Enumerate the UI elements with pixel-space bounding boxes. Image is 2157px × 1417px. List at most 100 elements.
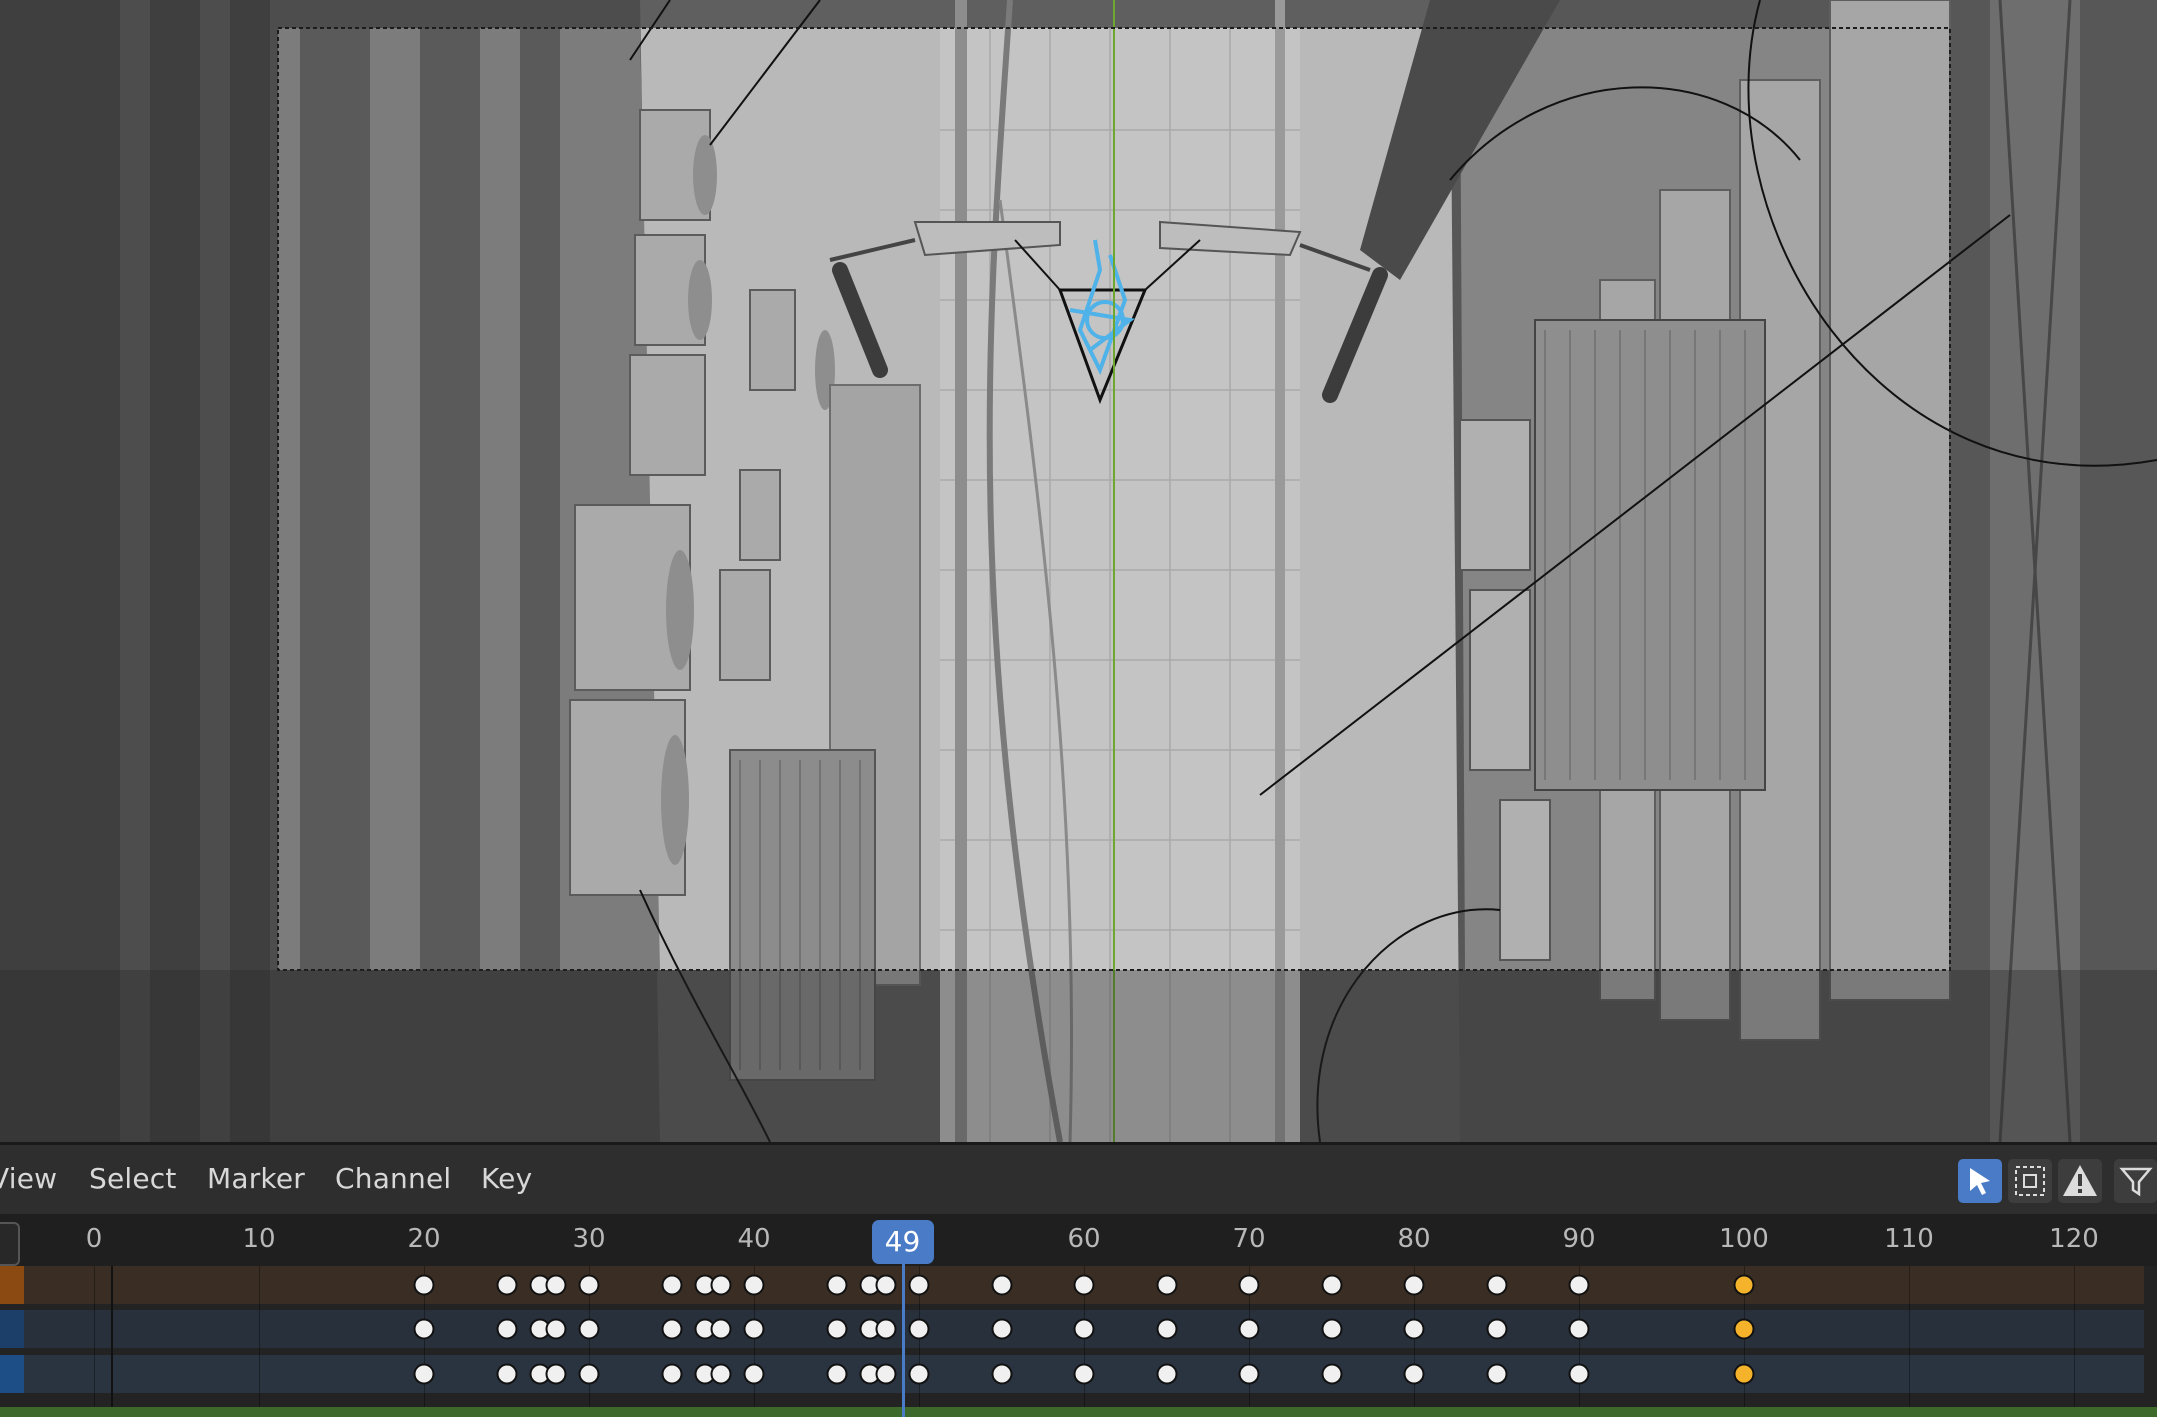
keyframe[interactable]	[743, 1363, 765, 1385]
keyframe[interactable]	[908, 1318, 930, 1340]
warning-icon	[2063, 1165, 2097, 1196]
keyframe[interactable]	[661, 1318, 682, 1340]
keyframe[interactable]	[991, 1274, 1012, 1296]
keyframe[interactable]	[413, 1274, 435, 1296]
keyframe[interactable]	[1238, 1318, 1260, 1340]
ruler-tick: 90	[1562, 1224, 1596, 1254]
keyframe[interactable]	[1486, 1363, 1507, 1385]
keyframe[interactable]	[710, 1363, 732, 1385]
keyframe[interactable]	[875, 1363, 897, 1385]
start-frame-line	[110, 1266, 113, 1407]
keyframe[interactable]	[578, 1318, 600, 1340]
keyframe[interactable]	[1486, 1274, 1507, 1296]
keyframe[interactable]	[710, 1274, 732, 1296]
keyframe[interactable]	[1073, 1274, 1095, 1296]
gridline	[2074, 1266, 2075, 1407]
keyframe[interactable]	[908, 1363, 930, 1385]
keyframe[interactable]	[1403, 1363, 1425, 1385]
frame-ruler[interactable]: 0 10 20 30 40 60 70 80 90 100 110 120 49	[0, 1214, 2157, 1266]
keyframe[interactable]	[1156, 1318, 1177, 1340]
keyframe[interactable]	[1568, 1274, 1590, 1296]
menu-view[interactable]: View	[0, 1162, 57, 1195]
keyframe[interactable]	[1403, 1274, 1425, 1296]
ruler-tick: 40	[737, 1224, 771, 1254]
ruler-tick: 0	[85, 1224, 103, 1254]
keyframe[interactable]	[496, 1274, 517, 1296]
ruler-tick: 20	[407, 1224, 441, 1254]
keyframe[interactable]	[1321, 1363, 1342, 1385]
keyframe[interactable]	[908, 1274, 930, 1296]
keyframe[interactable]	[1321, 1274, 1342, 1296]
playhead-line[interactable]	[901, 1264, 905, 1417]
keyframe[interactable]	[743, 1318, 765, 1340]
keyframe[interactable]	[1238, 1274, 1260, 1296]
keyframe[interactable]	[545, 1363, 567, 1385]
ruler-tick: 120	[2049, 1224, 2099, 1254]
keyframe[interactable]	[413, 1363, 435, 1385]
warning-button[interactable]	[2058, 1159, 2102, 1203]
menu-marker[interactable]: Marker	[207, 1162, 305, 1195]
keyframe[interactable]	[1733, 1318, 1755, 1340]
ruler-tick: 70	[1232, 1224, 1266, 1254]
gridline	[259, 1266, 260, 1407]
dopesheet-editor[interactable]: View Select Marker Channel Key	[0, 1142, 2157, 1417]
ruler-tick: 110	[1884, 1224, 1934, 1254]
keyframe[interactable]	[875, 1274, 897, 1296]
track-tab-summary	[0, 1266, 24, 1304]
gridline	[1909, 1266, 1910, 1407]
keyframe[interactable]	[1321, 1318, 1342, 1340]
keyframe[interactable]	[710, 1318, 732, 1340]
keyframe[interactable]	[1486, 1318, 1507, 1340]
filter-icon	[2119, 1167, 2153, 1197]
keyframe[interactable]	[826, 1318, 847, 1340]
keyframe[interactable]	[545, 1318, 567, 1340]
select-cursor-icon	[1970, 1168, 1990, 1195]
box-select-button[interactable]	[2008, 1159, 2052, 1203]
keyframe-tracks[interactable]	[0, 1264, 2157, 1417]
keyframe[interactable]	[1156, 1274, 1177, 1296]
keyframe[interactable]	[496, 1363, 517, 1385]
keyframe[interactable]	[1073, 1363, 1095, 1385]
track-tab-object	[0, 1310, 24, 1348]
keyframe[interactable]	[991, 1318, 1012, 1340]
keyframe[interactable]	[1733, 1363, 1755, 1385]
menu-key[interactable]: Key	[481, 1162, 532, 1195]
track-tab-action	[0, 1355, 24, 1393]
keyframe[interactable]	[578, 1363, 600, 1385]
viewport-scene	[0, 0, 2157, 1142]
ruler-tick: 100	[1719, 1224, 1769, 1254]
keyframe[interactable]	[743, 1274, 765, 1296]
ruler-left-handle[interactable]	[0, 1222, 20, 1266]
keyframe[interactable]	[1403, 1318, 1425, 1340]
menu-channel[interactable]: Channel	[335, 1162, 451, 1195]
keyframe[interactable]	[1568, 1318, 1590, 1340]
ruler-tick: 10	[242, 1224, 276, 1254]
keyframe[interactable]	[875, 1318, 897, 1340]
keyframe[interactable]	[661, 1363, 682, 1385]
keyframe[interactable]	[1733, 1274, 1755, 1296]
ruler-tick: 60	[1067, 1224, 1101, 1254]
keyframe[interactable]	[578, 1274, 600, 1296]
keyframe[interactable]	[826, 1363, 847, 1385]
keyframe[interactable]	[496, 1318, 517, 1340]
ruler-tick: 30	[572, 1224, 606, 1254]
box-select-icon	[2015, 1166, 2045, 1196]
filter-button[interactable]	[2114, 1159, 2157, 1203]
select-tool-button[interactable]	[1958, 1159, 2002, 1203]
gridline	[94, 1266, 95, 1407]
keyframe[interactable]	[545, 1274, 567, 1296]
keyframe[interactable]	[661, 1274, 682, 1296]
keyframe[interactable]	[826, 1274, 847, 1296]
track-next-channel[interactable]	[0, 1407, 2157, 1417]
menu-select[interactable]: Select	[89, 1162, 177, 1195]
keyframe[interactable]	[1156, 1363, 1177, 1385]
current-frame-indicator[interactable]: 49	[871, 1220, 934, 1264]
keyframe[interactable]	[1238, 1363, 1260, 1385]
timeline-header: View Select Marker Channel Key	[0, 1142, 2157, 1214]
keyframe[interactable]	[1073, 1318, 1095, 1340]
keyframe[interactable]	[991, 1363, 1012, 1385]
keyframe[interactable]	[1568, 1363, 1590, 1385]
ruler-tick: 80	[1397, 1224, 1431, 1254]
keyframe[interactable]	[413, 1318, 435, 1340]
3d-viewport[interactable]	[0, 0, 2157, 1142]
